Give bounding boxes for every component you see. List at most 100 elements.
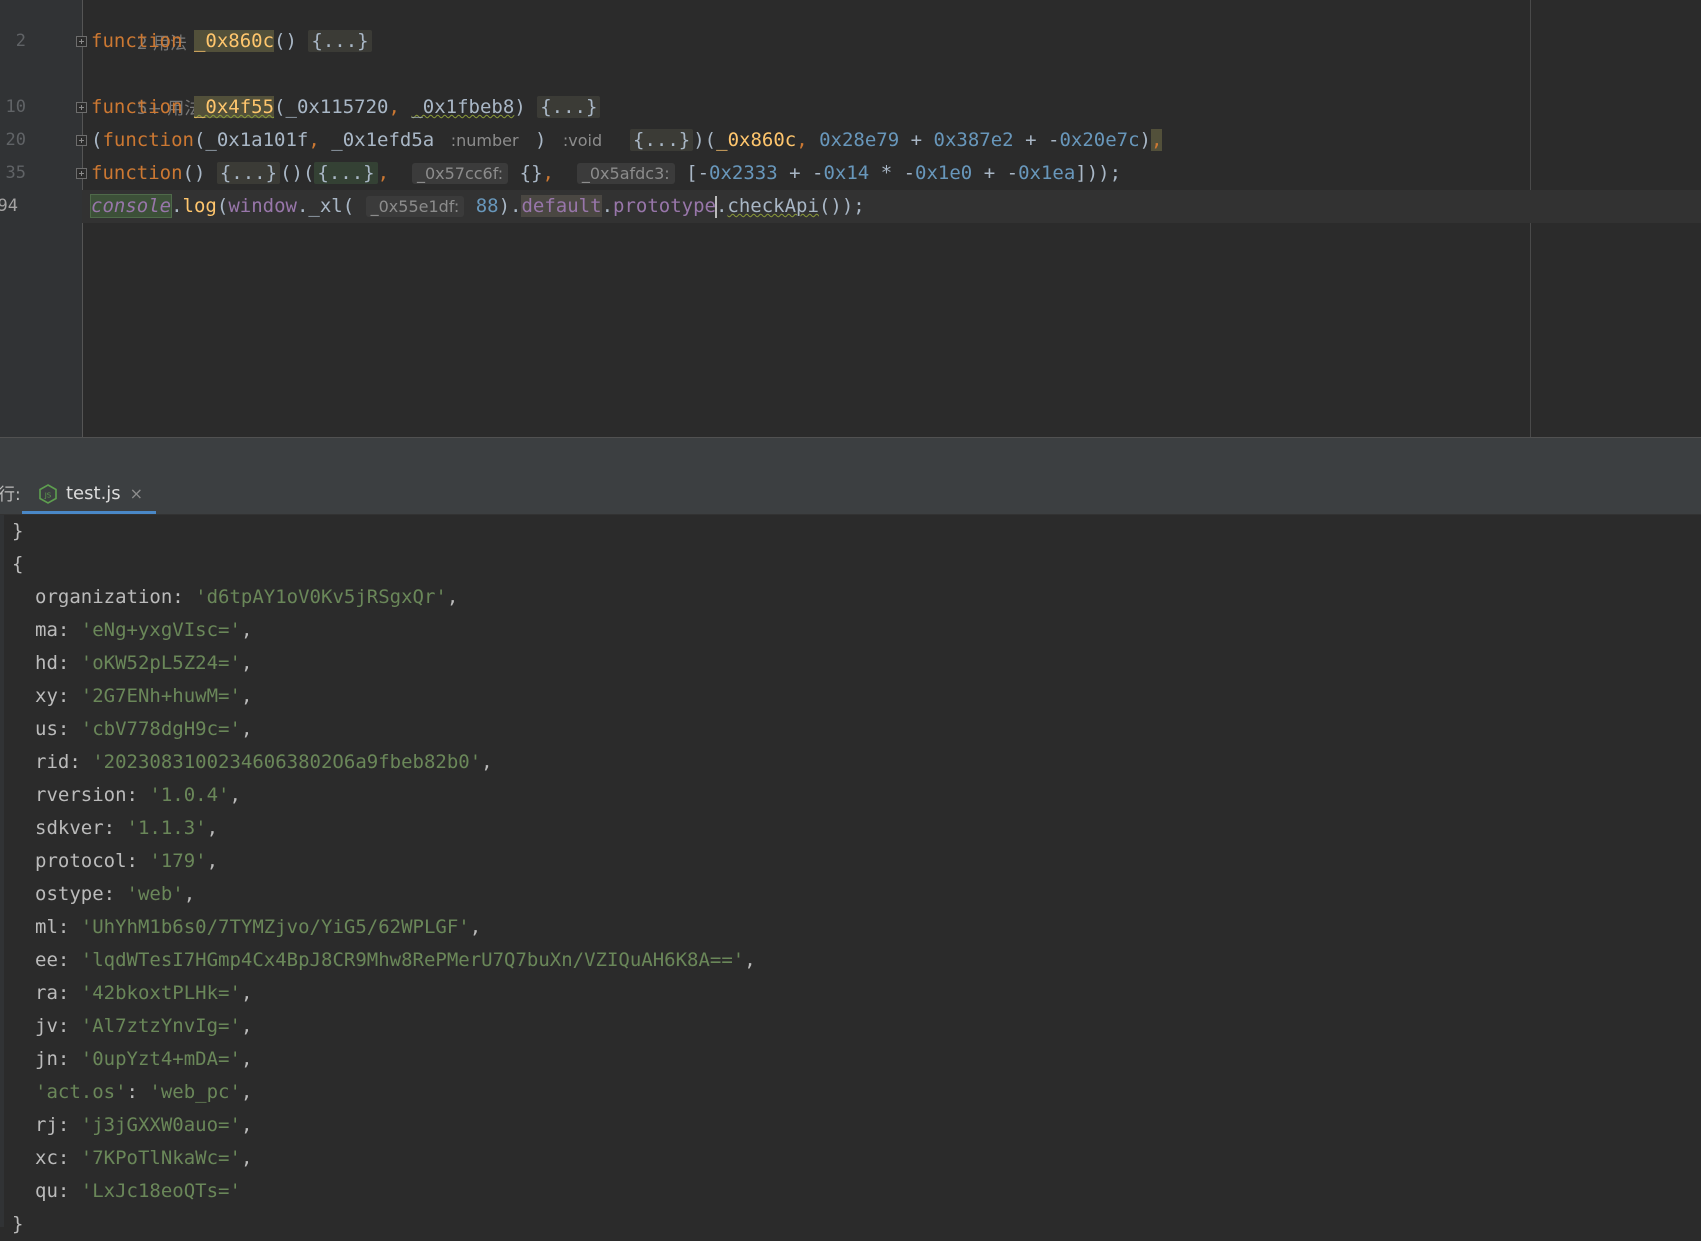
code-line[interactable]: function _0x4f55(_0x115720, _0x1fbeb8) {… [91, 91, 601, 124]
bracket: [ [686, 162, 698, 184]
number: 0x20e7c [1059, 129, 1140, 151]
paren: ( [91, 129, 103, 151]
console-entry: organization: 'd6tpAY1oV0Kv5jRSgxQr', [35, 581, 458, 614]
usage-hint[interactable]: 5+ 用法 [91, 59, 201, 119]
entry-separator: , [240, 1081, 253, 1103]
paren: ) [534, 129, 547, 151]
number: 0x2333 [709, 162, 778, 184]
entry-key: ee [35, 949, 58, 971]
entry-colon: : [57, 718, 81, 740]
parens: ()( [280, 162, 315, 184]
code-line[interactable]: function _0x860c() {...} [91, 25, 372, 58]
entry-colon: : [57, 1048, 81, 1070]
operator: + [983, 162, 996, 184]
entry-key: hd [35, 652, 58, 674]
entry-separator: , [240, 1147, 253, 1169]
code-line-current[interactable]: console.log(window._xl( _0x55e1df: 88).d… [82, 190, 1701, 223]
svg-text:JS: JS [44, 491, 52, 499]
console-line: } [12, 1213, 24, 1235]
entry-separator: , [469, 916, 482, 938]
entry-key: protocol [35, 850, 127, 872]
console-entry: jv: 'Al7ztzYnvIg=', [35, 1010, 252, 1043]
entry-key: jv [35, 1015, 58, 1037]
console-entry: ma: 'eNg+yxgVIsc=', [35, 614, 252, 647]
console-entry: hd: 'oKW52pL5Z24=', [35, 647, 252, 680]
entry-value: 'cbV778dgH9c=' [80, 718, 241, 740]
argument: _0x860c [716, 129, 797, 151]
close-icon[interactable]: × [130, 484, 143, 503]
keyword: function [91, 30, 183, 52]
editor-gutter: 2 10 20 35 94 [0, 0, 83, 437]
dot: . [715, 195, 728, 217]
entry-colon: : [69, 751, 93, 773]
line-number-current: 94 [0, 196, 18, 216]
entry-separator: , [183, 883, 196, 905]
entry-colon: : [126, 850, 150, 872]
number: 0x28e79 [819, 129, 900, 151]
entry-colon: : [126, 784, 150, 806]
entry-key: xy [35, 685, 58, 707]
console-entry: ee: 'lqdWTesI7HGmp4Cx4BpJ8CR9Mhw8RePMerU… [35, 944, 756, 977]
entry-colon: : [57, 1147, 81, 1169]
panel-splitter[interactable] [0, 437, 1701, 477]
entry-separator: , [240, 718, 253, 740]
folded-block[interactable]: {...} [314, 162, 378, 184]
line-number: 35 [5, 163, 26, 183]
entry-colon: : [57, 685, 81, 707]
operator: + [1025, 129, 1037, 151]
run-panel-title: 行: [0, 485, 21, 505]
fold-toggle-icon[interactable] [76, 102, 87, 113]
folded-block[interactable]: {...} [216, 162, 281, 184]
run-tool-window-header: 行: JS test.js × [0, 476, 1701, 515]
comma: , [308, 129, 320, 151]
entry-separator: , [446, 586, 459, 608]
param: _0x1a101f [205, 129, 309, 151]
code-line[interactable]: (function(_0x1a101f, _0x1efd5a :number )… [91, 124, 1163, 157]
number: 0x14 [823, 162, 870, 184]
comma: , [377, 162, 390, 184]
console-entry: ml: 'UhYhM1b6s0/7TYMZjvo/YiG5/62WPLGF', [35, 911, 481, 944]
paren: ). [498, 195, 522, 217]
entry-separator: , [206, 850, 219, 872]
entry-separator: , [206, 817, 219, 839]
entry-key: rid [35, 751, 70, 773]
tab-test-js[interactable]: JS test.js × [22, 476, 156, 514]
folded-block[interactable]: {...} [630, 129, 694, 151]
entry-value: 'oKW52pL5Z24=' [80, 652, 241, 674]
console-output[interactable]: } { organization: 'd6tpAY1oV0Kv5jRSgxQr'… [0, 515, 1701, 1235]
code-line[interactable]: function() {...}()({...}, _0x57cc6f: {},… [91, 157, 1121, 190]
folded-block[interactable]: {...} [308, 30, 372, 52]
usage-hint[interactable]: 2 用法 [91, 0, 187, 54]
entry-value: '179' [149, 850, 207, 872]
console-entry: ra: '42bkoxtPLHk=', [35, 977, 252, 1010]
entry-separator: , [481, 751, 493, 773]
entry-value: '2G7ENh+huwM=' [80, 685, 241, 707]
operator: - [1006, 162, 1019, 184]
entry-colon: : [57, 916, 81, 938]
entry-separator: , [229, 784, 241, 806]
entry-value: 'lqdWTesI7HGmp4Cx4BpJ8CR9Mhw8RePMerU7Q7b… [80, 949, 745, 971]
entry-value: '1.0.4' [149, 784, 230, 806]
paren: ( [274, 96, 286, 118]
tab-label: test.js [66, 483, 121, 504]
entry-colon: : [57, 1015, 81, 1037]
entry-colon: : [57, 1180, 81, 1202]
console-identifier: console [89, 194, 173, 218]
operator: - [1047, 129, 1060, 151]
fold-toggle-icon[interactable] [76, 36, 87, 47]
operator: * [880, 162, 893, 184]
entry-value: 'j3jGXXW0auo=' [80, 1114, 241, 1136]
fold-toggle-icon[interactable] [76, 168, 87, 179]
entry-separator: , [744, 949, 756, 971]
entry-key: rversion [35, 784, 127, 806]
parens: () [182, 162, 206, 184]
entry-key: ostype [35, 883, 104, 905]
entry-key: ma [35, 619, 58, 641]
object-literal: {} [519, 162, 543, 184]
global-identifier: window [228, 195, 297, 217]
entry-separator: , [240, 1114, 253, 1136]
code-editor[interactable]: 2 10 20 35 94 2 用法 function _0x860c() {.… [0, 0, 1701, 437]
fold-toggle-icon[interactable] [76, 135, 87, 146]
entry-value: '42bkoxtPLHk=' [80, 982, 241, 1004]
folded-block[interactable]: {...} [537, 96, 601, 118]
